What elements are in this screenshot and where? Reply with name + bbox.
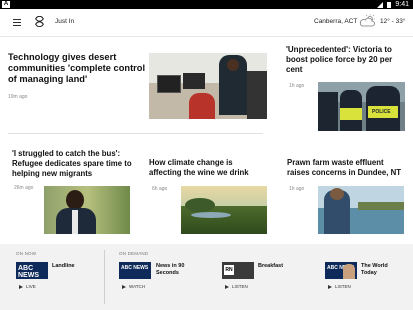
story-time: 1h ago — [289, 186, 305, 192]
media-thumbnail[interactable]: ABC NEWS — [119, 262, 151, 279]
story-time: 1h ago — [289, 83, 305, 89]
on-demand-label: ON DEMAND — [119, 251, 149, 256]
story-headline[interactable]: How climate change is affecting the wine… — [149, 158, 264, 178]
menu-icon[interactable] — [13, 19, 21, 28]
story-time: 19m ago — [8, 94, 28, 100]
weather-temperature: 12° - 33° — [380, 18, 406, 25]
live-button[interactable]: LIVE — [19, 284, 36, 289]
story-card[interactable]: 'Unprecedented': Victoria to boost polic… — [286, 45, 406, 75]
media-title[interactable]: The World Today — [361, 263, 403, 277]
story-card[interactable]: Prawn farm waste effluent raises concern… — [287, 158, 407, 178]
media-thumbnail[interactable]: ABC NEWS — [325, 262, 357, 279]
story-image[interactable]: POLICE — [318, 82, 405, 131]
story-image[interactable] — [318, 186, 404, 234]
media-badge: RN — [224, 265, 234, 275]
battery-icon — [387, 1, 392, 8]
app-notification-icon: A — [2, 1, 10, 8]
status-bar: A 9:41 — [0, 0, 413, 9]
play-icon — [122, 284, 126, 289]
media-title[interactable]: Landline — [52, 263, 97, 270]
status-indicators: 9:41 — [377, 0, 409, 9]
media-divider — [104, 250, 105, 304]
app-header: Just In Canberra, ACT 12° - 33° — [0, 9, 413, 37]
media-badge: ABC NEWS — [121, 265, 149, 271]
story-headline[interactable]: Prawn farm waste effluent raises concern… — [287, 158, 407, 178]
story-card[interactable]: 'I struggled to catch the bus': Refugee … — [12, 149, 137, 179]
media-thumbnail[interactable]: ABC NEWS — [16, 262, 48, 279]
abc-logo-icon[interactable] — [34, 16, 45, 27]
story-image[interactable] — [149, 53, 267, 119]
weather-location[interactable]: Canberra, ACT — [314, 18, 357, 25]
story-time: 6h ago — [152, 186, 168, 192]
play-icon — [19, 284, 23, 289]
story-headline[interactable]: 'Unprecedented': Victoria to boost polic… — [286, 45, 406, 75]
listen-button[interactable]: LISTEN — [328, 284, 351, 289]
status-time: 9:41 — [395, 1, 409, 8]
story-headline[interactable]: 'I struggled to catch the bus': Refugee … — [12, 149, 137, 179]
nav-title[interactable]: Just In — [55, 18, 74, 25]
story-time: 26m ago — [14, 185, 34, 191]
story-headline[interactable]: Technology gives desert communities 'com… — [8, 52, 148, 85]
listen-button[interactable]: LISTEN — [225, 284, 248, 289]
story-image[interactable] — [181, 186, 267, 234]
story-image[interactable] — [44, 186, 130, 234]
signal-icon — [377, 1, 384, 8]
media-title[interactable]: Breakfast — [258, 263, 303, 270]
media-badge: ABC NEWS — [18, 265, 39, 279]
on-now-label: ON NOW — [16, 251, 37, 256]
partly-cloudy-icon — [359, 14, 375, 27]
media-title[interactable]: News in 90 Seconds — [156, 263, 198, 277]
section-divider — [8, 133, 263, 134]
play-icon — [225, 284, 229, 289]
story-card[interactable]: How climate change is affecting the wine… — [149, 158, 264, 178]
play-icon — [328, 284, 332, 289]
story-card[interactable]: Technology gives desert communities 'com… — [8, 52, 148, 85]
media-thumbnail[interactable]: RN — [222, 262, 254, 279]
watch-button[interactable]: WATCH — [122, 284, 145, 289]
media-bar: ON NOW ON DEMAND ABC NEWS Landline LIVE … — [0, 244, 413, 310]
